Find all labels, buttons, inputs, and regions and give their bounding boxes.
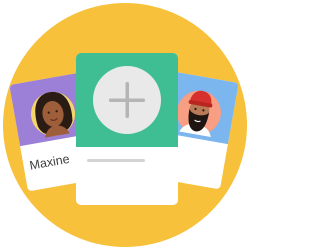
- profile-cards-graphic: Maxine ry: [3, 3, 247, 247]
- name-placeholder-line: [87, 159, 145, 162]
- add-profile-card: [76, 53, 178, 205]
- add-profile-illustration: Maxine ry: [0, 0, 250, 250]
